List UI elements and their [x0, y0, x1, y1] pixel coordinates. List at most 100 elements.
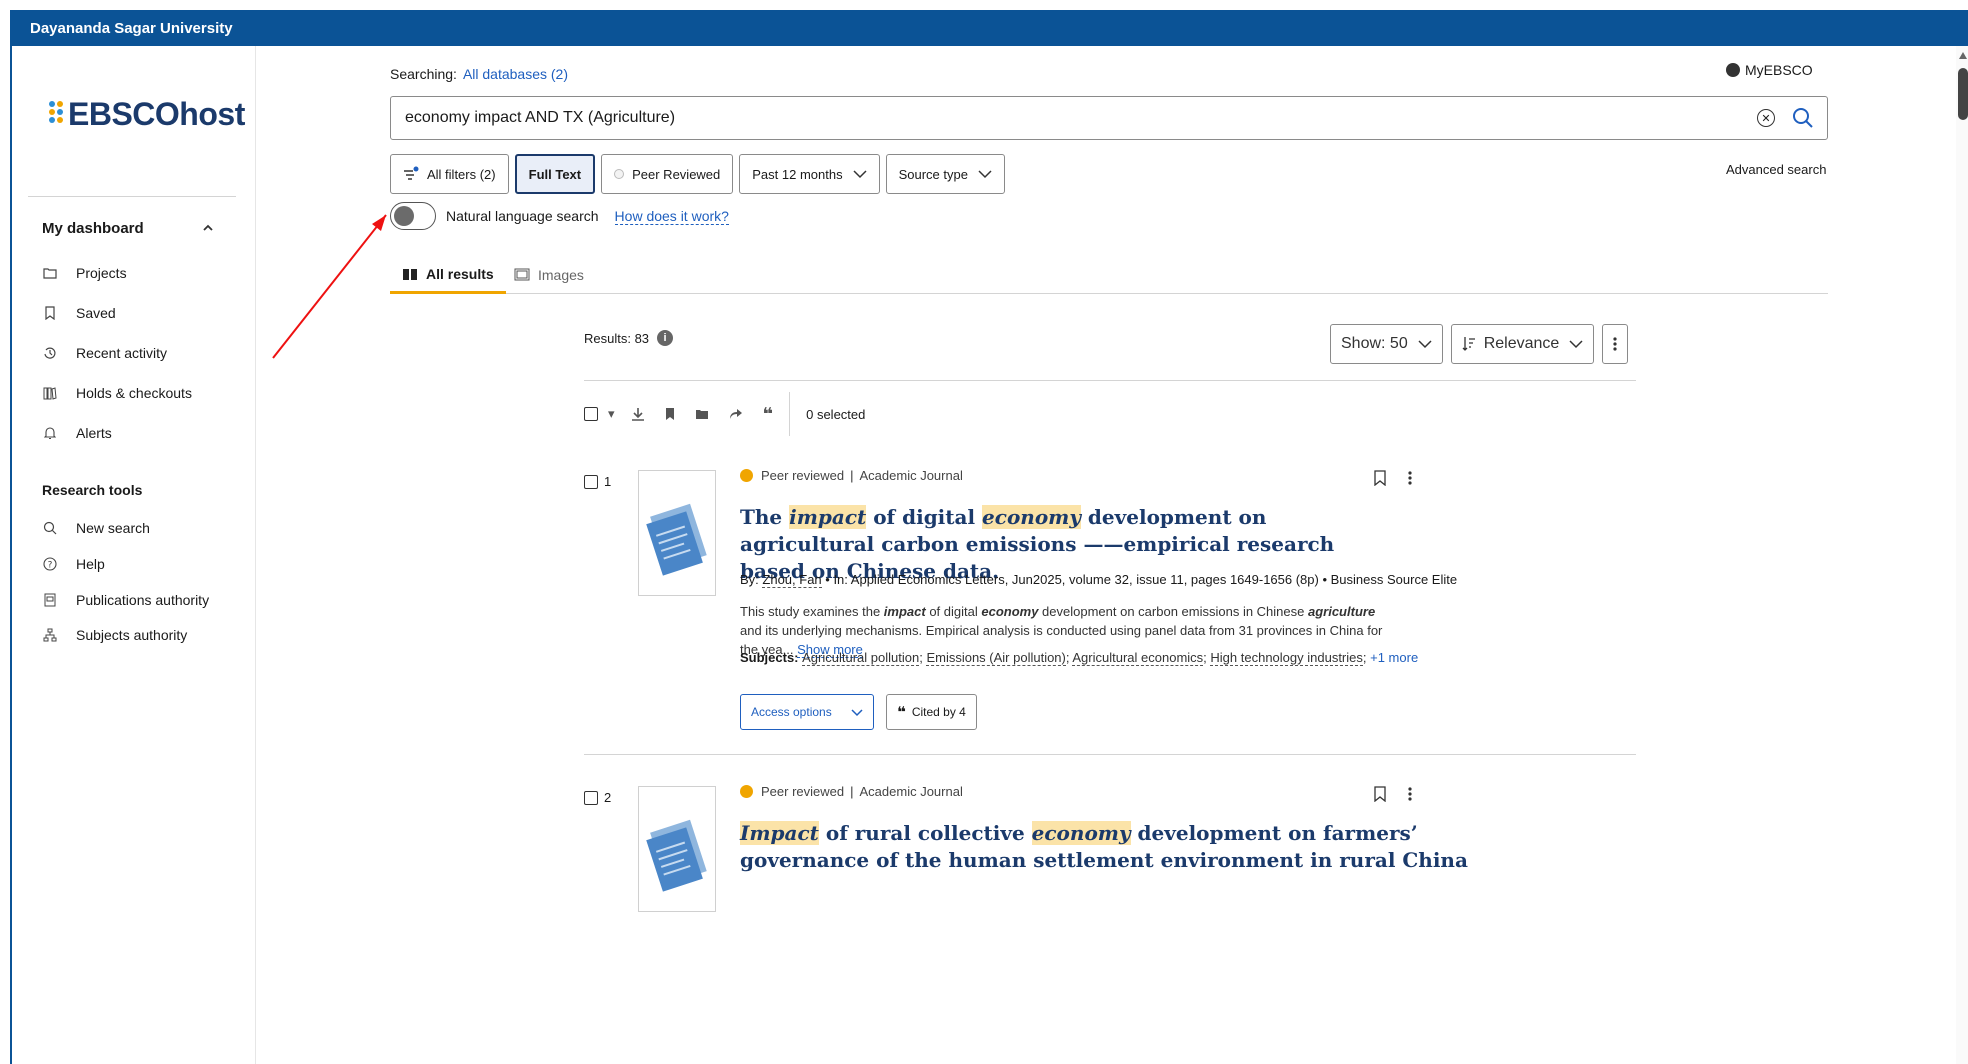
- source-type-label: Academic Journal: [859, 784, 963, 799]
- logo-text: EBSCOhost: [68, 96, 245, 132]
- more-subjects-link[interactable]: +1 more: [1370, 650, 1418, 665]
- sidebar-item-label: Recent activity: [76, 345, 168, 361]
- source-type-label: Academic Journal: [859, 468, 963, 483]
- sort-icon: [1462, 337, 1475, 351]
- document-icon: [646, 503, 707, 576]
- date-filter[interactable]: Past 12 months: [739, 154, 880, 194]
- search-icon[interactable]: [1791, 106, 1815, 130]
- abstract-text: of digital: [925, 604, 982, 619]
- save-bookmark-icon[interactable]: [665, 407, 675, 421]
- peer-reviewed-icon: [614, 169, 625, 179]
- add-to-folder-icon[interactable]: [695, 408, 709, 420]
- sidebar-item-saved[interactable]: Saved: [42, 305, 116, 321]
- natural-language-toggle[interactable]: [390, 202, 436, 230]
- sidebar-item-projects[interactable]: Projects: [42, 265, 127, 281]
- sidebar-item-subjects-authority[interactable]: Subjects authority: [42, 627, 187, 643]
- share-icon[interactable]: [729, 408, 743, 420]
- peer-reviewed-label: Peer reviewed: [761, 784, 845, 799]
- subject-link[interactable]: Agricultural economics: [1072, 650, 1204, 666]
- sidebar-item-new-search[interactable]: New search: [42, 520, 150, 536]
- result-number: 2: [584, 790, 611, 805]
- access-options-button[interactable]: Access options: [740, 694, 874, 730]
- vertical-dots-icon[interactable]: [1408, 786, 1412, 802]
- search-input[interactable]: economy impact AND TX (Agriculture) ✕: [390, 96, 1828, 140]
- how-does-it-work-link[interactable]: How does it work?: [614, 208, 729, 225]
- info-icon[interactable]: i: [657, 330, 674, 346]
- sort-select[interactable]: Relevance: [1450, 324, 1595, 364]
- subject-link[interactable]: High technology industries: [1210, 650, 1363, 666]
- cited-by-label: Cited by 4: [911, 705, 966, 719]
- sidebar-item-label: Projects: [76, 265, 127, 281]
- cited-by-button[interactable]: ❝ Cited by 4: [886, 694, 977, 730]
- searching-label: Searching:: [390, 66, 457, 82]
- result-checkbox[interactable]: [584, 790, 598, 805]
- document-thumbnail[interactable]: [638, 470, 716, 596]
- result-item: 1 Peer reviewed | Academic Journal The i…: [584, 468, 1636, 744]
- selected-count: 0 selected: [806, 406, 866, 422]
- all-filters-button[interactable]: All filters (2): [390, 154, 509, 194]
- sidebar-item-alerts[interactable]: Alerts: [42, 425, 112, 441]
- tab-all-results[interactable]: All results: [390, 256, 506, 294]
- sort-label: Relevance: [1483, 335, 1560, 352]
- download-icon[interactable]: [631, 407, 645, 421]
- source-type-filter[interactable]: Source type: [885, 154, 1005, 194]
- tab-images[interactable]: Images: [502, 256, 596, 294]
- all-databases-link[interactable]: All databases (2): [463, 66, 568, 82]
- sidebar-item-label: Alerts: [76, 425, 112, 441]
- scrollbar-thumb[interactable]: [1958, 68, 1968, 120]
- result-title-link[interactable]: Impact of rural collective economy devel…: [740, 820, 1480, 874]
- source-details: • In: Applied Economics Letters, Jun2025…: [821, 572, 1458, 587]
- select-dropdown-icon[interactable]: ▾: [608, 406, 615, 422]
- select-all-checkbox[interactable]: [584, 407, 598, 421]
- sidebar-item-publications-authority[interactable]: Publications authority: [42, 592, 209, 608]
- subject-link[interactable]: Emissions (Air pollution): [926, 650, 1066, 666]
- document-thumbnail[interactable]: [638, 786, 716, 912]
- result-checkbox[interactable]: [584, 474, 598, 489]
- full-text-filter[interactable]: Full Text: [514, 154, 596, 194]
- title-text: The: [740, 505, 790, 529]
- sidebar-item-holds[interactable]: Holds & checkouts: [42, 385, 192, 401]
- chevron-up-icon[interactable]: [202, 222, 214, 234]
- author-link[interactable]: Zhou, Fan: [762, 572, 822, 588]
- sidebar-item-recent-activity[interactable]: Recent activity: [42, 345, 167, 361]
- clear-search-icon[interactable]: ✕: [1757, 109, 1775, 127]
- scrollbar[interactable]: [1956, 46, 1968, 1064]
- chevron-down-icon: [851, 709, 863, 717]
- full-text-label: Full Text: [528, 166, 582, 182]
- title-highlight: Impact: [740, 821, 819, 845]
- more-options-button[interactable]: [1602, 324, 1629, 364]
- searching-databases: Searching: All databases (2): [390, 66, 568, 82]
- result-subjects: Subjects: Agricultural pollution; Emissi…: [740, 650, 1419, 666]
- result-actions: [1374, 470, 1412, 486]
- dashboard-heading[interactable]: My dashboard: [42, 220, 144, 237]
- svg-text:?: ?: [48, 561, 53, 571]
- natural-language-label: Natural language search: [446, 208, 599, 224]
- bookmark-icon[interactable]: [1374, 470, 1386, 486]
- myebsco-link[interactable]: MyEBSCO: [1726, 62, 1813, 78]
- meta-separator: |: [850, 784, 854, 799]
- top-bar: Dayananda Sagar University: [12, 10, 1968, 46]
- peer-reviewed-filter[interactable]: Peer Reviewed: [601, 154, 734, 194]
- sidebar-item-label: Holds & checkouts: [76, 385, 192, 401]
- title-text: of digital: [866, 505, 983, 529]
- results-count-label: Results: 83: [584, 330, 650, 346]
- subject-link[interactable]: Agricultural pollution: [802, 650, 920, 666]
- sidebar: EBSCOhost My dashboard Projects Saved Re…: [12, 46, 256, 1064]
- vertical-dots-icon[interactable]: [1408, 470, 1412, 486]
- bookmark-icon[interactable]: [1374, 786, 1386, 802]
- access-options-label: Access options: [751, 705, 832, 719]
- sidebar-item-help[interactable]: ? Help: [42, 556, 105, 572]
- peer-reviewed-label: Peer Reviewed: [632, 166, 721, 182]
- chevron-down-icon: [853, 170, 867, 179]
- advanced-search-link[interactable]: Advanced search: [1726, 162, 1826, 177]
- result-meta: Peer reviewed | Academic Journal: [740, 468, 963, 483]
- page-size-select[interactable]: Show: 50: [1330, 324, 1443, 364]
- result-number: 1: [584, 474, 611, 489]
- cite-icon: ❝: [897, 704, 906, 721]
- scroll-up-icon[interactable]: [1959, 52, 1967, 59]
- cite-icon[interactable]: ❝: [763, 404, 774, 425]
- title-highlight: economy: [1031, 821, 1131, 845]
- ebscohost-logo[interactable]: EBSCOhost: [48, 96, 245, 133]
- book-icon: [402, 267, 418, 281]
- sort-controls: Show: 50 Relevance: [1330, 324, 1629, 364]
